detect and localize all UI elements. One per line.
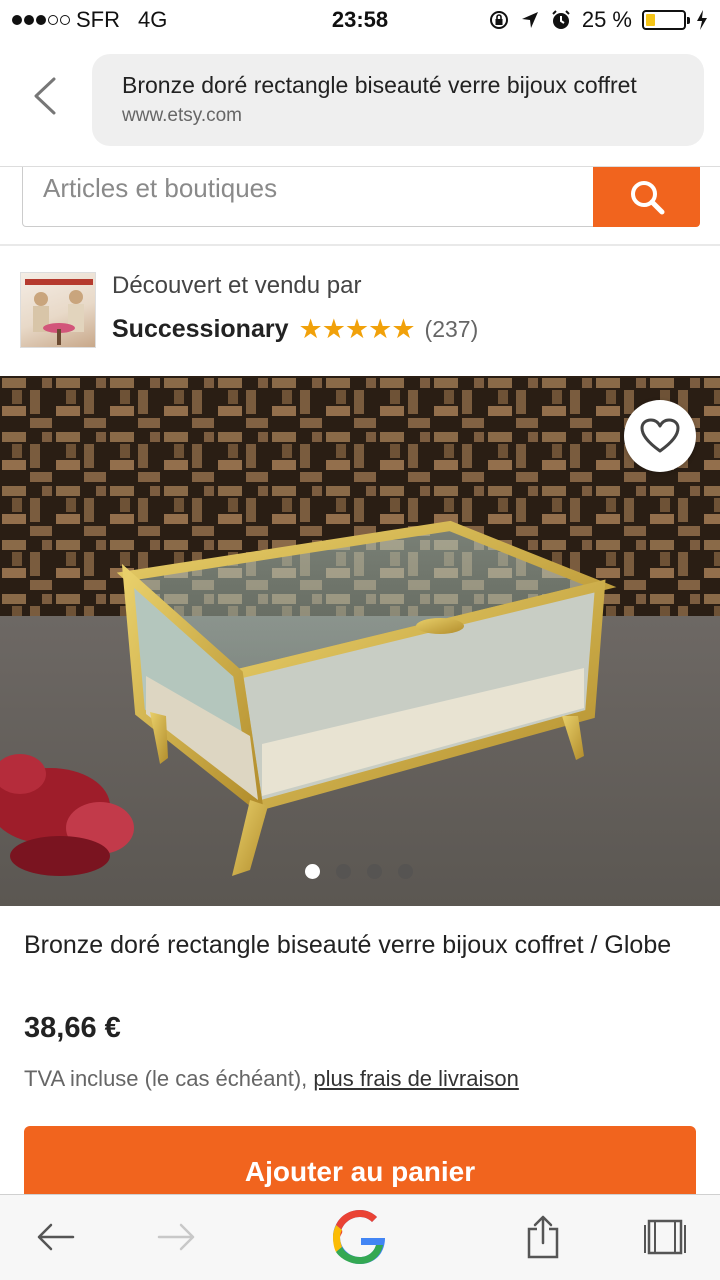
carousel-dot[interactable] (336, 864, 351, 879)
google-logo (333, 1210, 385, 1264)
charging-bolt-icon (697, 10, 707, 30)
forward-arrow-icon (157, 1223, 195, 1251)
back-button[interactable] (30, 1209, 80, 1265)
browser-back-chevron-icon[interactable] (30, 76, 60, 116)
heart-icon (640, 418, 680, 453)
back-arrow-icon (37, 1223, 75, 1251)
carousel-dot[interactable] (398, 864, 413, 879)
rating-stars: ★★★★★ (298, 314, 416, 344)
battery-icon (642, 10, 690, 30)
url-field[interactable]: Bronze doré rectangle biseauté verre bij… (92, 54, 704, 146)
product-title: Bronze doré rectangle biseauté verre bij… (24, 931, 672, 959)
search-input[interactable]: Articles et boutiques (22, 167, 594, 227)
search-button[interactable] (593, 167, 700, 227)
share-button[interactable] (518, 1209, 568, 1265)
alarm-icon (552, 10, 570, 29)
tabs-button[interactable] (640, 1209, 690, 1265)
status-bar: SFR 4G 23:58 25 % (0, 0, 720, 40)
shop-avatar-image (25, 279, 93, 345)
url-host: www.etsy.com (122, 105, 243, 126)
rotation-lock-icon (489, 11, 508, 29)
carousel-dot[interactable] (305, 864, 320, 879)
tax-note: TVA incluse (le cas échéant), (24, 1066, 308, 1091)
shop-name[interactable]: Successionary (112, 315, 289, 344)
shop-name-line: Successionary ★★★★★ (237) (112, 314, 478, 345)
google-button[interactable] (330, 1207, 390, 1267)
review-count[interactable]: (237) (425, 316, 479, 343)
share-icon (527, 1215, 559, 1259)
shop-avatar[interactable] (20, 272, 96, 348)
search-bar: Articles et boutiques (0, 166, 720, 246)
status-bar-right: 25 % (488, 7, 708, 33)
product-price: 38,66 € (24, 1012, 121, 1044)
browser-url-bar: Bronze doré rectangle biseauté verre bij… (0, 40, 720, 166)
carousel-dot[interactable] (367, 864, 382, 879)
product-photo (0, 376, 720, 906)
location-arrow-icon (521, 12, 538, 28)
favorite-button[interactable] (624, 400, 696, 472)
battery-percent: 25 % (581, 7, 632, 32)
tabs-icon (644, 1219, 686, 1255)
image-carousel-dots[interactable] (305, 864, 413, 879)
browser-toolbar (0, 1194, 720, 1280)
tax-shipping-line: TVA incluse (le cas échéant), plus frais… (24, 1066, 519, 1092)
shop-info: Découvert et vendu par Successionary ★★★… (0, 262, 720, 362)
shop-caption: Découvert et vendu par (112, 272, 362, 299)
url-page-title: Bronze doré rectangle biseauté verre bij… (122, 72, 637, 98)
product-image[interactable] (0, 376, 720, 906)
shipping-costs-link[interactable]: plus frais de livraison (313, 1066, 518, 1091)
forward-button[interactable] (152, 1209, 202, 1265)
search-icon (630, 181, 664, 215)
